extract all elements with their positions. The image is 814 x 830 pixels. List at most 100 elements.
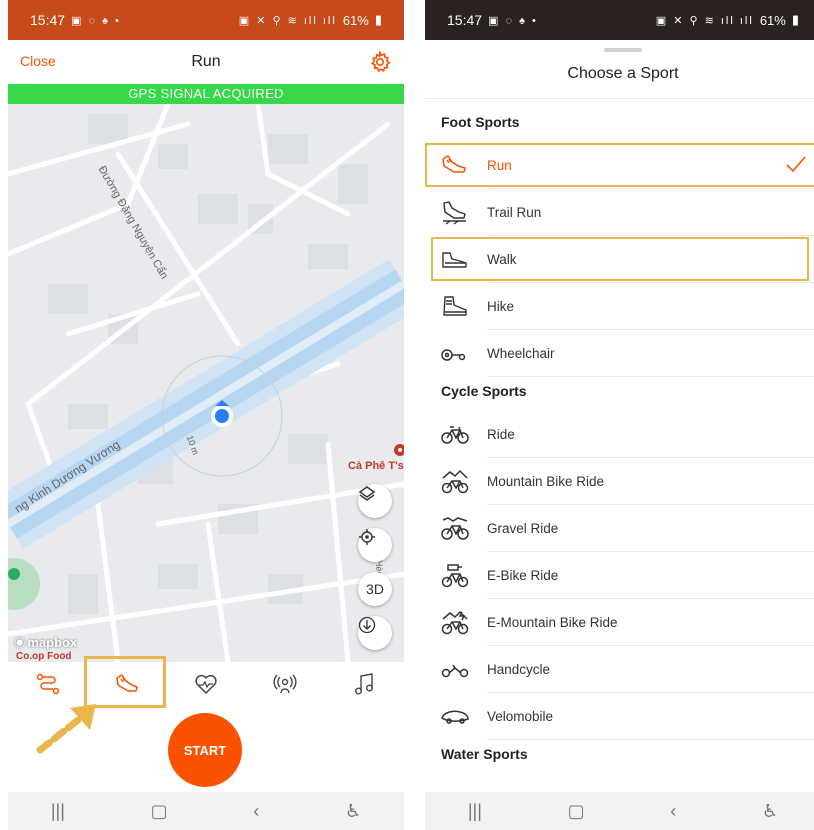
sport-label: E-Mountain Bike Ride [487, 615, 618, 630]
accessibility-icon[interactable]: ♿ [345, 801, 361, 822]
signal-icons: ▣ ✕ ⚲ ≋ ıll ıll [238, 14, 337, 27]
sport-label: Walk [487, 252, 517, 267]
page-title: Run [191, 53, 221, 70]
sport-label: Hike [487, 299, 515, 314]
crosshair-icon [359, 529, 375, 545]
sport-item-wheelchair[interactable]: Wheelchair [425, 330, 814, 377]
sport-item-gravel-ride[interactable]: Gravel Ride [425, 505, 814, 552]
sport-item-walk[interactable]: Walk [425, 236, 814, 283]
status-time: 15:47 [447, 12, 483, 28]
handcycle-icon [441, 664, 469, 677]
gravel-bike-icon [441, 516, 469, 540]
accessibility-icon[interactable]: ♿ [762, 801, 778, 822]
run-screen: 15:47 ▣ ◌ ♠ • ▣ ✕ ⚲ ≋ ıll ıll 61% ▮ Clos… [8, 0, 404, 830]
sport-item-mountain-bike-ride[interactable]: Mountain Bike Ride [425, 458, 814, 505]
start-button[interactable]: START [168, 713, 242, 787]
sheet-title: Choose a Sport [567, 65, 679, 82]
sport-label: Mountain Bike Ride [487, 474, 605, 489]
divider [487, 376, 814, 377]
poi-label: Co.op Food [16, 651, 72, 662]
section-heading: Cycle Sports [441, 383, 527, 399]
close-button[interactable]: Close [20, 53, 56, 69]
trail-run-icon [443, 200, 466, 225]
gps-status-banner: GPS SIGNAL ACQUIRED [8, 84, 404, 104]
drag-handle[interactable] [604, 48, 642, 52]
sport-label: Handcycle [487, 662, 551, 677]
locate-button[interactable] [358, 528, 392, 562]
sport-label: Ride [487, 427, 515, 442]
checkmark-icon [786, 156, 806, 173]
mountain-bike-icon [441, 469, 469, 493]
signal-icons: ▣ ✕ ⚲ ≋ ıll ıll [655, 14, 754, 27]
sport-label: Run [487, 158, 512, 173]
beacon-icon [273, 674, 297, 694]
sport-label: Velomobile [487, 709, 554, 724]
mapbox-text: mapbox [27, 634, 78, 650]
sport-label: Gravel Ride [487, 521, 559, 536]
sport-item-ride[interactable]: Ride [425, 411, 814, 458]
sport-item-e-mountain-bike-ride[interactable]: E-Mountain Bike Ride [425, 599, 814, 646]
home-icon[interactable]: ▢ [568, 801, 585, 822]
choose-sport-screen: 15:47 ▣ ◌ ♠ • ▣ ✕ ⚲ ≋ ıll ıll 61% ▮ Choo… [425, 0, 814, 830]
map-view[interactable]: Đường Đặng Nguyên Cẩn ng Kinh Dương Vươn… [8, 104, 404, 662]
status-time: 15:47 [30, 12, 66, 28]
status-right: ▣ ✕ ⚲ ≋ ıll ıll 61% ▮ [239, 12, 382, 28]
recents-icon[interactable]: ||| [51, 801, 65, 822]
velomobile-icon [441, 710, 469, 724]
layers-button[interactable] [358, 484, 392, 518]
arrow-icon [36, 704, 96, 754]
sport-item-e-bike-ride[interactable]: E-Bike Ride [425, 552, 814, 599]
battery-icon: ▮ [374, 12, 382, 27]
recents-icon[interactable]: ||| [468, 801, 482, 822]
route-icon [36, 673, 59, 695]
system-nav-bar: ||| ▢ ‹ ♿ [425, 792, 814, 830]
map-roads [8, 104, 404, 662]
wheelchair-icon [441, 348, 466, 361]
poi-label[interactable]: Cà Phê T's [348, 460, 404, 472]
tab-beacon[interactable] [246, 662, 325, 706]
mapbox-logo: ◉ mapbox [14, 634, 77, 650]
battery-icon: ▮ [791, 12, 799, 27]
tab-music[interactable] [325, 662, 404, 706]
run-header: Close Run [8, 40, 404, 84]
sport-item-run[interactable]: Run [425, 142, 814, 189]
gear-icon[interactable] [368, 50, 392, 74]
status-right: ▣ ✕ ⚲ ≋ ıll ıll 61% ▮ [656, 12, 799, 28]
bike-icon [441, 425, 469, 444]
sport-sheet: Choose a Sport Foot Sports Run Trail Run Wa… [425, 40, 814, 792]
section-heading: Water Sports [441, 746, 528, 762]
layers-icon [358, 486, 376, 501]
sport-label: E-Bike Ride [487, 568, 559, 583]
run-shoe-icon [116, 674, 138, 692]
emountain-bike-icon [441, 610, 469, 634]
status-bar: 15:47 ▣ ◌ ♠ • ▣ ✕ ⚲ ≋ ıll ıll 61% ▮ [8, 0, 404, 40]
home-icon[interactable]: ▢ [151, 801, 168, 822]
battery-level: 61% [759, 12, 786, 28]
status-bar: 15:47 ▣ ◌ ♠ • ▣ ✕ ⚲ ≋ ıll ıll 61% ▮ [425, 0, 814, 40]
sport-label: Trail Run [487, 205, 542, 220]
heart-rate-icon [195, 674, 217, 695]
tab-heart-rate[interactable] [166, 662, 245, 706]
back-icon[interactable]: ‹ [253, 801, 259, 822]
download-icon [358, 616, 376, 634]
download-button[interactable] [358, 616, 392, 650]
mapbox-icon: ◉ [14, 634, 26, 649]
sport-label: Wheelchair [487, 346, 555, 361]
3d-button[interactable]: 3D [358, 572, 392, 606]
hike-boot-icon [443, 295, 467, 316]
divider [487, 739, 814, 740]
sport-item-velomobile[interactable]: Velomobile [425, 693, 814, 740]
sport-item-handcycle[interactable]: Handcycle [425, 646, 814, 693]
run-shoe-icon [442, 154, 466, 173]
sport-item-trail-run[interactable]: Trail Run [425, 189, 814, 236]
back-icon[interactable]: ‹ [670, 801, 676, 822]
notification-icons: ▣ ◌ ♠ • [488, 14, 538, 27]
battery-level: 61% [342, 12, 369, 28]
divider [425, 98, 814, 99]
section-heading: Foot Sports [441, 114, 520, 130]
ebike-icon [441, 563, 469, 587]
walk-shoe-icon [442, 251, 467, 268]
sport-item-hike[interactable]: Hike [425, 283, 814, 330]
music-icon [355, 673, 374, 695]
system-nav-bar: ||| ▢ ‹ ♿ [8, 792, 404, 830]
